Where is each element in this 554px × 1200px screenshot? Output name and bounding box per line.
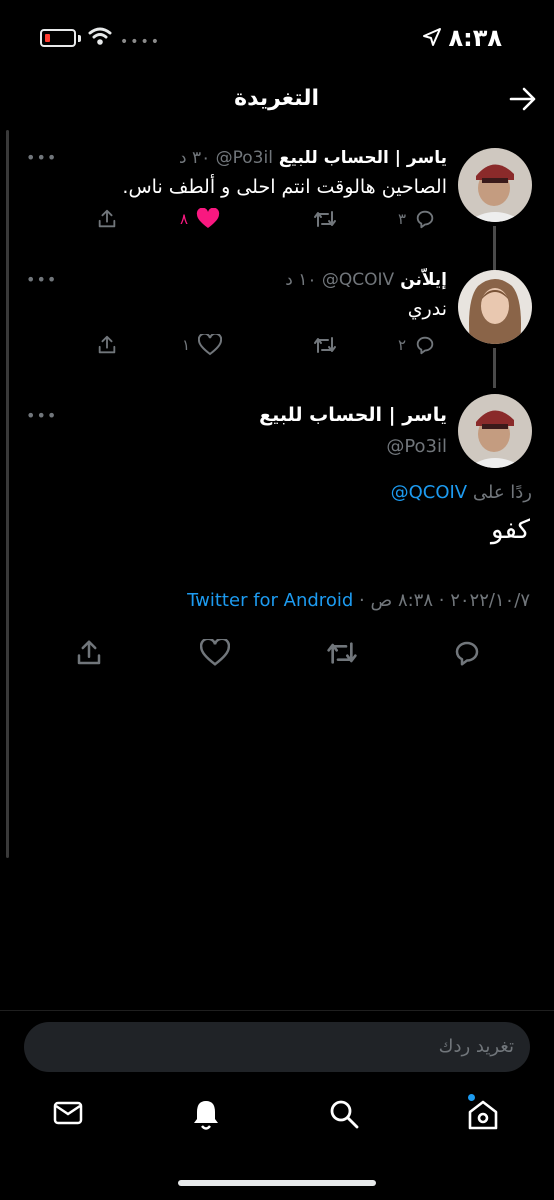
notification-dot: [468, 1094, 475, 1101]
author-handle[interactable]: @Po3il: [386, 436, 447, 457]
share-icon[interactable]: [74, 638, 104, 668]
retweet-icon: [314, 211, 336, 227]
divider: [0, 1010, 554, 1011]
reply-count: ٣: [398, 210, 407, 228]
reply-context: ردًا على @QCOIV: [391, 482, 532, 503]
status-time: ٨:٣٨: [448, 24, 502, 52]
reply-placeholder: تغريد ردك: [438, 1036, 514, 1057]
tweet-text: الصاحين هالوقت انتم احلى و ألطف ناس.: [122, 176, 447, 198]
mail-icon[interactable]: [52, 1098, 84, 1128]
like-count: ٨: [180, 210, 189, 228]
reply-count: ٢: [398, 336, 407, 354]
more-icon[interactable]: •••: [26, 148, 57, 167]
share-button[interactable]: [96, 208, 118, 230]
tweet-source-link[interactable]: Twitter for Android: [187, 590, 353, 611]
back-arrow-icon[interactable]: [508, 84, 538, 114]
like-count: ١: [182, 336, 191, 354]
tweet-actions: ٣ ٨: [0, 208, 554, 238]
search-icon[interactable]: [328, 1098, 360, 1130]
author-name[interactable]: ياسر | الحساب للبيع: [279, 148, 447, 168]
thread-tweet[interactable]: إيلاّنن‎@QCOIV‎ ١٠ د ••• ندري ٢ ١: [0, 266, 554, 388]
reply-icon[interactable]: [452, 638, 482, 668]
share-icon: [98, 209, 116, 228]
tweet-meta: ‎@QCOIV‎ ١٠ د: [285, 270, 395, 290]
tweet-text: كفو: [491, 515, 530, 545]
signal-dots-icon: ••••: [120, 34, 162, 50]
like-button[interactable]: ٨: [180, 208, 220, 230]
tweet-actions: ٢ ١: [0, 334, 554, 364]
like-button[interactable]: ١: [182, 334, 223, 356]
reply-icon: [416, 336, 434, 355]
status-bar: •••• ٨:٣٨: [0, 0, 554, 70]
reply-prefix: ردًا على: [472, 482, 532, 503]
tweet-timestamp: ٢٠٢٢/١٠/٧ · ٨:٣٨ ص · Twitter for Android: [187, 590, 530, 611]
retweet-icon[interactable]: [326, 638, 358, 668]
retweet-icon: [314, 337, 336, 353]
main-tweet-actions: [0, 636, 554, 670]
like-icon: [198, 334, 223, 356]
more-icon[interactable]: •••: [26, 406, 57, 425]
tweet-text: ندري: [407, 298, 447, 320]
avatar[interactable]: [458, 394, 532, 468]
share-button[interactable]: [96, 334, 118, 356]
reply-mention-link[interactable]: @QCOIV: [391, 482, 468, 503]
wifi-icon: [88, 27, 112, 45]
page-title: التغريدة: [234, 86, 319, 111]
tweet-datetime: ٢٠٢٢/١٠/٧ · ٨:٣٨ ص ·: [359, 590, 530, 611]
tweet-meta: ‎@Po3il‎ ٣٠ د: [178, 148, 273, 168]
like-icon[interactable]: [200, 639, 230, 667]
home-indicator: [178, 1180, 376, 1186]
home-icon[interactable]: [466, 1098, 500, 1132]
author-name[interactable]: إيلاّنن: [400, 270, 447, 290]
avatar[interactable]: [458, 270, 532, 344]
author-name[interactable]: ياسر | الحساب للبيع: [259, 404, 447, 426]
battery-icon: [40, 29, 81, 47]
more-icon[interactable]: •••: [26, 270, 57, 289]
reply-button[interactable]: ٣: [398, 208, 436, 230]
reply-icon: [416, 210, 434, 229]
share-icon: [98, 335, 116, 354]
reply-input[interactable]: تغريد ردك: [24, 1022, 530, 1072]
location-arrow-icon: [423, 28, 441, 46]
thread-tweet[interactable]: ياسر | الحساب للبيع ‎@Po3il‎ ٣٠ د ••• الص…: [0, 144, 554, 272]
retweet-button[interactable]: [313, 208, 337, 230]
bell-icon[interactable]: [190, 1098, 222, 1132]
retweet-button[interactable]: [313, 334, 337, 356]
like-icon: [196, 208, 220, 228]
reply-button[interactable]: ٢: [398, 334, 436, 356]
main-tweet: ياسر | الحساب للبيع •••: [0, 392, 554, 468]
top-header: التغريدة: [0, 80, 554, 120]
